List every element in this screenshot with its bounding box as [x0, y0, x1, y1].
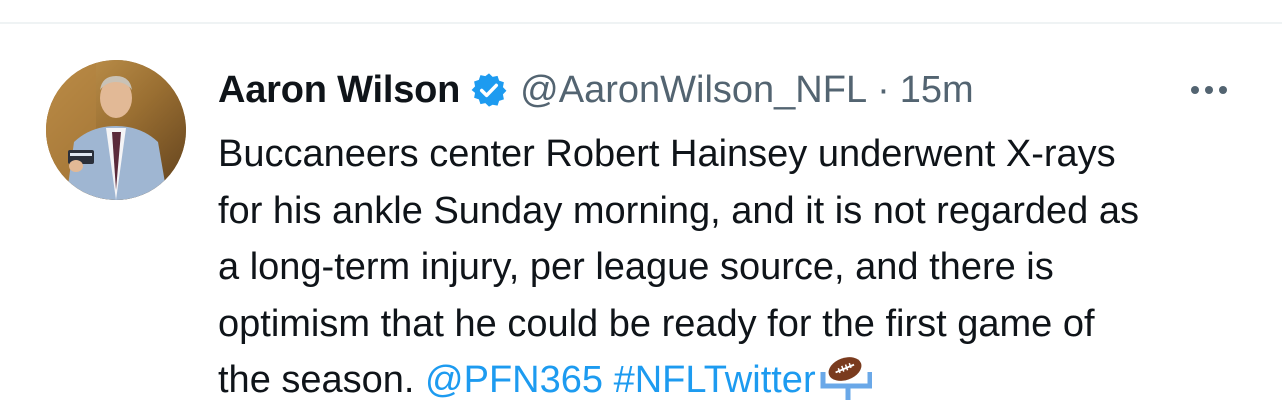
football-goalpost-icon	[820, 357, 872, 400]
author-handle[interactable]: @AaronWilson_NFL	[520, 69, 867, 112]
tweet-text: Buccaneers center Robert Hainsey underwe…	[218, 126, 1248, 409]
tweet-header: Aaron Wilson @AaronWilson_NFL · 15m	[218, 62, 974, 118]
verified-badge-icon	[471, 73, 507, 107]
mention-link[interactable]: @PFN365	[425, 359, 603, 401]
avatar-photo	[46, 60, 186, 200]
avatar[interactable]	[46, 60, 186, 200]
top-divider	[0, 22, 1282, 24]
author-name[interactable]: Aaron Wilson	[218, 69, 460, 112]
more-options-button[interactable]	[1184, 70, 1234, 110]
hashtag-link[interactable]: #NFLTwitter	[614, 359, 816, 401]
more-options-icon	[1191, 86, 1227, 94]
tweet-timestamp[interactable]: 15m	[900, 69, 974, 112]
header-separator: ·	[877, 68, 890, 111]
